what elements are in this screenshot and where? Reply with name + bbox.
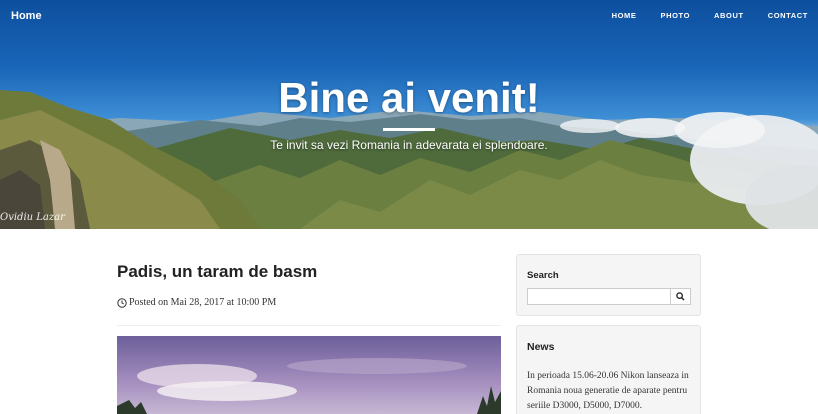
nav-home-brand[interactable]: Home — [11, 10, 42, 22]
hero-divider — [383, 128, 435, 131]
news-widget: News In perioada 15.06-20.06 Nikon lanse… — [516, 325, 701, 414]
nav-item-contact[interactable]: CONTACT — [768, 11, 808, 20]
news-text: In perioada 15.06-20.06 Nikon lanseaza i… — [527, 371, 689, 411]
post-title[interactable]: Padis, un taram de basm — [117, 262, 317, 282]
hero-banner: Home HOME PHOTO ABOUT CONTACT Bine ai ve… — [0, 0, 818, 229]
nav-item-photo[interactable]: PHOTO — [660, 11, 690, 20]
hero-title: Bine ai venit! — [278, 74, 540, 121]
hero-subtitle: Te invit sa vezi Romania in adevarata ei… — [270, 138, 548, 152]
photo-signature: Ovidiu Lazar — [0, 212, 65, 223]
search-widget: Search — [516, 254, 701, 316]
post-date: Posted on Mai 28, 2017 at 10:00 PM — [129, 297, 277, 308]
post-image[interactable] — [117, 336, 501, 414]
search-button[interactable] — [670, 288, 691, 305]
clock-icon — [117, 297, 127, 308]
news-widget-title: News — [527, 341, 555, 353]
top-nav: HOME PHOTO ABOUT CONTACT — [588, 11, 808, 20]
search-input[interactable] — [527, 288, 670, 305]
post-photo-graphic — [117, 336, 501, 414]
post-meta: Posted on Mai 28, 2017 at 10:00 PM — [117, 297, 276, 308]
post-divider — [117, 325, 501, 326]
search-widget-title: Search — [527, 270, 559, 281]
nav-item-about[interactable]: ABOUT — [714, 11, 744, 20]
search-icon — [676, 292, 685, 301]
nav-item-home[interactable]: HOME — [612, 11, 637, 20]
